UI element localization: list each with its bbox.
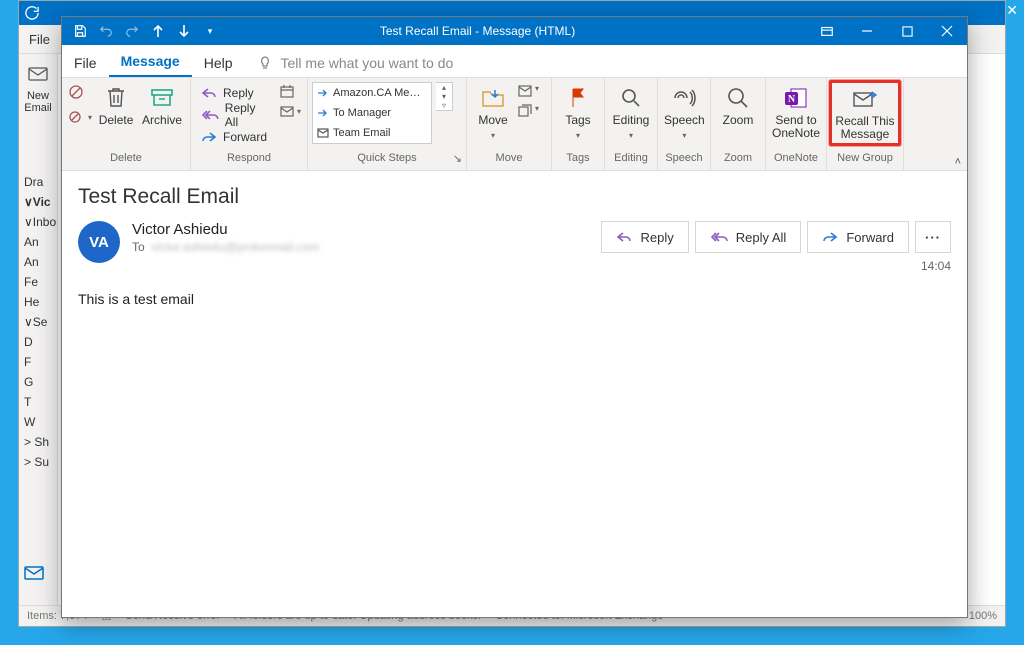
- new-email-button[interactable]: NewEmail: [24, 90, 52, 114]
- message-titlebar[interactable]: ▾ Test Recall Email - Message (HTML): [62, 17, 967, 45]
- status-zoom: 100%: [969, 610, 997, 622]
- group-quicksteps: Amazon.CA Me… To Manager Team Email ▴▾▿ …: [308, 78, 467, 170]
- forward-action[interactable]: Forward: [807, 221, 909, 253]
- redo-icon[interactable]: [120, 19, 144, 43]
- reply-action[interactable]: Reply: [601, 221, 688, 253]
- reply-all-action[interactable]: Reply All: [695, 221, 802, 253]
- search-icon: [620, 84, 642, 112]
- bg-close-icon[interactable]: ✕: [1006, 2, 1018, 19]
- reply-all-button[interactable]: Reply All: [197, 104, 275, 126]
- save-icon[interactable]: [68, 19, 92, 43]
- recipient-line: To victor.ashiedu@protonmail.com: [132, 240, 319, 254]
- quick-steps-gallery[interactable]: Amazon.CA Me… To Manager Team Email: [312, 82, 432, 144]
- speech-button[interactable]: Speech▾: [664, 82, 705, 142]
- group-label: Tags: [552, 152, 604, 170]
- group-label: OneNote: [766, 152, 826, 170]
- group-label: New Group: [827, 152, 903, 170]
- message-body-area: Test Recall Email VA Victor Ashiedu To v…: [62, 171, 967, 617]
- more-respond-button[interactable]: ▾: [279, 104, 301, 118]
- tags-button[interactable]: Tags▾: [558, 82, 598, 142]
- trash-icon: [105, 84, 127, 112]
- group-onenote: N Send to OneNote OneNote: [766, 78, 827, 170]
- gallery-scroll[interactable]: ▴▾▿: [436, 82, 453, 111]
- junk-button[interactable]: ▾: [68, 109, 92, 125]
- forward-button[interactable]: Forward: [197, 126, 275, 148]
- undo-icon[interactable]: [94, 19, 118, 43]
- more-actions[interactable]: ···: [915, 221, 951, 253]
- group-label: Speech: [658, 152, 710, 170]
- lightbulb-icon: [257, 55, 273, 71]
- refresh-icon[interactable]: [19, 1, 45, 25]
- folder-tree[interactable]: Dra∨Vic ∨Inbo An An Fe He ∨Se D F G T W …: [18, 172, 58, 472]
- group-tags: Tags▾ Tags: [552, 78, 605, 170]
- minimize-button[interactable]: [847, 17, 887, 45]
- ignore-button[interactable]: [68, 84, 92, 103]
- flag-icon: [569, 84, 587, 112]
- editing-button[interactable]: Editing▾: [611, 82, 651, 142]
- minimize-ribbon-icon[interactable]: [807, 17, 847, 45]
- tab-file[interactable]: File: [62, 49, 109, 77]
- recall-envelope-icon: [852, 85, 878, 113]
- group-move: Move▾ ▾ ▾ Move: [467, 78, 552, 170]
- previous-item-icon[interactable]: [146, 19, 170, 43]
- group-editing: Editing▾ Editing: [605, 78, 658, 170]
- sender-avatar: VA: [78, 221, 120, 263]
- onenote-icon: N: [784, 84, 808, 112]
- actions-button[interactable]: ▾: [517, 104, 539, 118]
- group-label: Zoom: [711, 152, 765, 170]
- read-aloud-icon: [672, 84, 696, 112]
- group-label: Quick Steps↘: [308, 152, 466, 170]
- move-button[interactable]: Move▾: [473, 82, 513, 142]
- group-label: Respond: [191, 152, 307, 170]
- main-file-tab[interactable]: File: [19, 32, 60, 47]
- envelope-icon: [26, 62, 50, 86]
- message-time: 14:04: [601, 259, 951, 273]
- magnifier-icon: [726, 84, 750, 112]
- qat-customize-icon[interactable]: ▾: [198, 19, 222, 43]
- group-delete: ▾ Delete Archive Delete: [62, 78, 191, 170]
- maximize-button[interactable]: [887, 17, 927, 45]
- recall-this-message-button[interactable]: Recall This Message: [829, 80, 901, 146]
- dialog-launcher-icon[interactable]: ↘: [453, 152, 462, 165]
- ribbon-tabs: File Message Help Tell me what you want …: [62, 45, 967, 78]
- svg-text:N: N: [788, 94, 796, 105]
- group-label: Move: [467, 152, 551, 170]
- delete-button[interactable]: Delete: [96, 82, 136, 127]
- meeting-button[interactable]: [279, 84, 301, 98]
- ribbon: ▾ Delete Archive Delete Reply Reply All: [62, 78, 967, 171]
- archive-button[interactable]: Archive: [140, 82, 184, 127]
- window-title: Test Recall Email - Message (HTML): [228, 24, 807, 38]
- group-speech: Speech▾ Speech: [658, 78, 711, 170]
- message-subject: Test Recall Email: [78, 185, 951, 209]
- close-button[interactable]: [927, 17, 967, 45]
- folder-move-icon: [481, 84, 505, 112]
- zoom-button[interactable]: Zoom: [717, 82, 759, 127]
- rules-button[interactable]: ▾: [517, 84, 539, 98]
- mail-icon[interactable]: [24, 566, 44, 583]
- group-label: Delete: [62, 152, 190, 170]
- send-to-onenote-button[interactable]: N Send to OneNote: [772, 82, 820, 140]
- group-respond: Reply Reply All Forward ▾ Respond: [191, 78, 308, 170]
- message-body-text: This is a test email: [78, 291, 951, 307]
- archive-icon: [149, 84, 175, 112]
- tab-message[interactable]: Message: [109, 47, 192, 77]
- arrow-right-icon: [317, 108, 329, 118]
- tab-help[interactable]: Help: [192, 49, 245, 77]
- quick-access-toolbar: ▾: [62, 19, 228, 43]
- message-window: ▾ Test Recall Email - Message (HTML) Fil…: [61, 16, 968, 618]
- next-item-icon[interactable]: [172, 19, 196, 43]
- envelope-icon: [317, 128, 329, 138]
- group-zoom: Zoom Zoom: [711, 78, 766, 170]
- tell-me-search[interactable]: Tell me what you want to do: [245, 49, 466, 77]
- move-icon: [317, 88, 329, 98]
- sender-name: Victor Ashiedu: [132, 221, 319, 238]
- group-newgroup: Recall This Message New Group: [827, 78, 904, 170]
- group-label: Editing: [605, 152, 657, 170]
- collapse-ribbon-icon[interactable]: ˄: [955, 156, 961, 168]
